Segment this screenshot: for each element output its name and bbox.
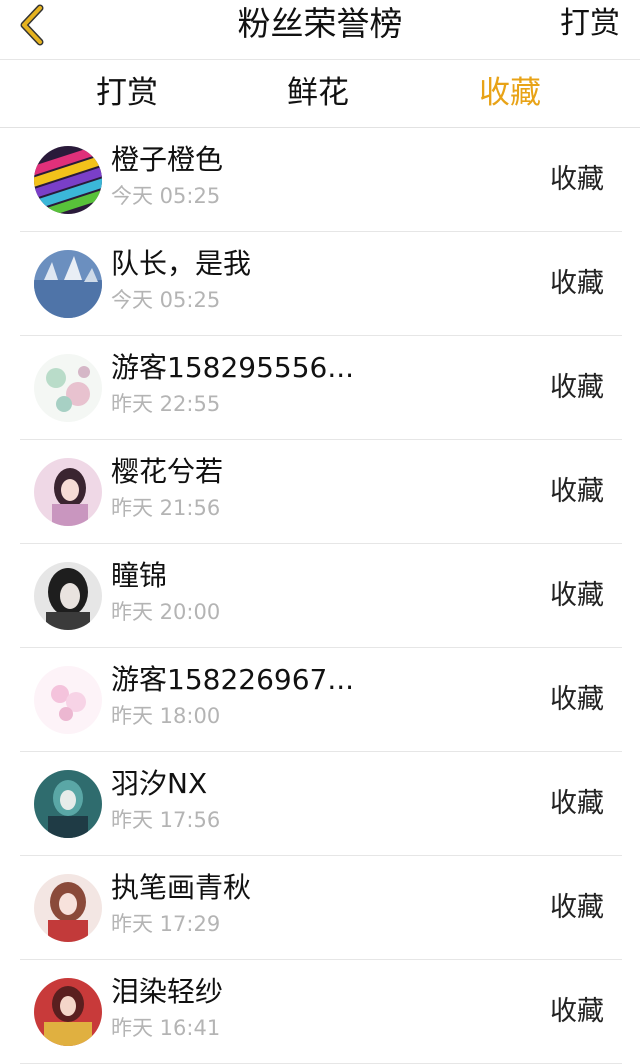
fan-name: 樱花兮若	[111, 455, 224, 488]
chevron-left-icon	[20, 4, 44, 46]
avatar	[34, 770, 102, 838]
avatar	[34, 458, 102, 526]
fan-name: 执笔画青秋	[111, 871, 252, 904]
fan-time: 昨天 22:55	[111, 392, 221, 416]
fan-name: 羽汐NX	[111, 767, 208, 800]
favorite-label: 收藏	[550, 892, 604, 923]
favorite-label: 收藏	[550, 372, 604, 403]
list-item[interactable]: 瞳锦 昨天 20:00 收藏	[20, 544, 622, 648]
fan-time: 今天 05:25	[111, 288, 221, 312]
favorite-label: 收藏	[550, 580, 604, 611]
fan-name: 橙子橙色	[111, 143, 224, 176]
avatar	[34, 354, 102, 422]
fan-time: 昨天 20:00	[111, 600, 221, 624]
avatar	[34, 666, 102, 734]
list-item[interactable]: 橙子橙色 今天 05:25 收藏	[20, 128, 622, 232]
favorite-label: 收藏	[550, 996, 604, 1027]
page-title: 粉丝荣誉榜	[237, 4, 403, 43]
favorite-label: 收藏	[550, 476, 604, 507]
favorite-label: 收藏	[550, 684, 604, 715]
list-item[interactable]: 樱花兮若 昨天 21:56 收藏	[20, 440, 622, 544]
tab-favorites[interactable]: 收藏	[479, 60, 541, 128]
back-button[interactable]	[12, 3, 52, 47]
avatar	[34, 250, 102, 318]
fan-list: 橙子橙色 今天 05:25 收藏 队长，是我 今天 05:25 收藏 游客158…	[0, 128, 640, 1064]
list-item[interactable]: 泪染轻纱 昨天 16:41 收藏	[20, 960, 622, 1064]
fan-name: 瞳锦	[111, 559, 168, 592]
tab-bar: 打赏 鲜花 收藏	[0, 60, 640, 128]
fan-name: 泪染轻纱	[111, 975, 224, 1008]
favorite-label: 收藏	[550, 268, 604, 299]
fan-time: 昨天 18:00	[111, 704, 221, 728]
fan-time: 昨天 21:56	[111, 496, 221, 520]
list-item[interactable]: 游客158226967... 昨天 18:00 收藏	[20, 648, 622, 752]
list-item[interactable]: 队长，是我 今天 05:25 收藏	[20, 232, 622, 336]
tab-reward[interactable]: 打赏	[96, 60, 158, 128]
avatar	[34, 562, 102, 630]
fan-name: 游客158226967...	[111, 663, 355, 696]
avatar	[34, 978, 102, 1046]
favorite-label: 收藏	[550, 788, 604, 819]
fan-time: 昨天 16:41	[111, 1016, 221, 1040]
fan-time: 昨天 17:56	[111, 808, 221, 832]
top-navigation-bar: 粉丝荣誉榜 打赏	[0, 0, 640, 60]
list-item[interactable]: 羽汐NX 昨天 17:56 收藏	[20, 752, 622, 856]
tab-flowers[interactable]: 鲜花	[287, 60, 349, 128]
fan-name: 队长，是我	[111, 247, 252, 280]
favorite-label: 收藏	[550, 164, 604, 195]
avatar	[34, 874, 102, 942]
fan-name: 游客158295556...	[111, 351, 355, 384]
list-item[interactable]: 游客158295556... 昨天 22:55 收藏	[20, 336, 622, 440]
fan-time: 昨天 17:29	[111, 912, 221, 936]
list-item[interactable]: 执笔画青秋 昨天 17:29 收藏	[20, 856, 622, 960]
fan-time: 今天 05:25	[111, 184, 221, 208]
avatar	[34, 146, 102, 214]
reward-button[interactable]: 打赏	[560, 4, 620, 44]
